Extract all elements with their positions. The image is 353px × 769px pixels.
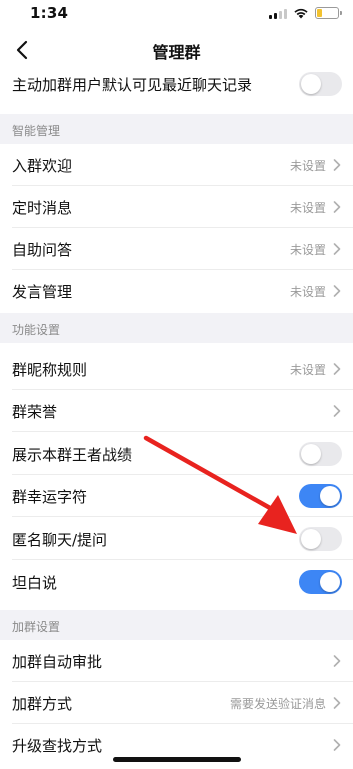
section-title: 加群设置 (12, 620, 61, 634)
default-visible-history-toggle[interactable] (299, 72, 342, 96)
row-value: 未设置 (289, 158, 326, 173)
status-bar: 1:34 (0, 0, 353, 28)
row-label: 群荣誉 (12, 402, 58, 421)
row-lucky-character: 群幸运字符 (0, 475, 353, 517)
row-label: 升级查找方式 (12, 736, 103, 755)
row-welcome[interactable]: 入群欢迎 未设置 (0, 144, 353, 186)
row-speech-management[interactable]: 发言管理 未设置 (0, 270, 353, 312)
cellular-signal-icon (269, 8, 287, 19)
toggle-knob (301, 74, 321, 94)
row-scheduled-message[interactable]: 定时消息 未设置 (0, 186, 353, 228)
home-indicator (113, 757, 241, 762)
row-group-honor[interactable]: 群荣誉 (0, 390, 353, 432)
toggle-knob (320, 486, 340, 506)
chevron-right-icon (333, 285, 341, 297)
row-label: 群昵称规则 (12, 360, 88, 379)
manage-group-screen: 1:34 管理群 主动加群用户默认可见最近聊天记录 智能管理 入群欢迎 未设置 … (0, 0, 353, 769)
anonymous-chat-toggle[interactable] (299, 527, 342, 551)
row-label: 坦白说 (12, 573, 58, 592)
row-value: 未设置 (289, 362, 326, 377)
row-divider (12, 431, 353, 432)
page-title: 管理群 (152, 43, 201, 62)
section-header-features: 功能设置 (0, 313, 353, 343)
status-time: 1:34 (30, 4, 69, 22)
row-auto-approve[interactable]: 加群自动审批 (0, 640, 353, 682)
row-divider (12, 516, 353, 517)
section-header-smart: 智能管理 (0, 114, 353, 144)
chevron-right-icon (333, 697, 341, 709)
row-label: 自助问答 (12, 240, 73, 259)
row-value: 需要发送验证消息 (229, 696, 326, 711)
row-label: 匿名聊天/提问 (12, 530, 108, 549)
chevron-right-icon (333, 159, 341, 171)
row-value: 未设置 (289, 200, 326, 215)
row-label: 群幸运字符 (12, 487, 88, 506)
battery-level-fill (317, 9, 322, 17)
row-divider (12, 559, 353, 560)
row-label: 主动加群用户默认可见最近聊天记录 (12, 75, 253, 94)
toggle-knob (301, 529, 321, 549)
row-value: 未设置 (289, 242, 326, 257)
row-join-method[interactable]: 加群方式 需要发送验证消息 (0, 682, 353, 724)
row-default-visible-history: 主动加群用户默认可见最近聊天记录 (0, 63, 353, 105)
row-self-service-qa[interactable]: 自助问答 未设置 (0, 228, 353, 270)
row-label: 定时消息 (12, 198, 73, 217)
show-game-record-toggle[interactable] (299, 442, 342, 466)
chevron-right-icon (333, 363, 341, 375)
chevron-right-icon (333, 201, 341, 213)
toggle-knob (320, 572, 340, 592)
wifi-icon (294, 8, 308, 19)
status-icons (269, 7, 342, 19)
row-show-game-record: 展示本群王者战绩 (0, 433, 353, 475)
section-title: 功能设置 (12, 323, 61, 337)
chevron-right-icon (333, 739, 341, 751)
row-label: 展示本群王者战绩 (12, 445, 133, 464)
row-truth-say: 坦白说 (0, 561, 353, 603)
chevron-right-icon (333, 655, 341, 667)
row-label: 加群方式 (12, 694, 73, 713)
row-label: 发言管理 (12, 282, 73, 301)
row-value: 未设置 (289, 284, 326, 299)
toggle-knob (301, 444, 321, 464)
row-label: 入群欢迎 (12, 156, 73, 175)
chevron-right-icon (333, 405, 341, 417)
section-title: 智能管理 (12, 124, 61, 138)
lucky-character-toggle[interactable] (299, 484, 342, 508)
row-nickname-rules[interactable]: 群昵称规则 未设置 (0, 348, 353, 390)
chevron-right-icon (333, 243, 341, 255)
section-header-join: 加群设置 (0, 610, 353, 640)
truth-say-toggle[interactable] (299, 570, 342, 594)
battery-icon (315, 7, 342, 19)
row-label: 加群自动审批 (12, 652, 103, 671)
row-anonymous-chat: 匿名聊天/提问 (0, 518, 353, 560)
